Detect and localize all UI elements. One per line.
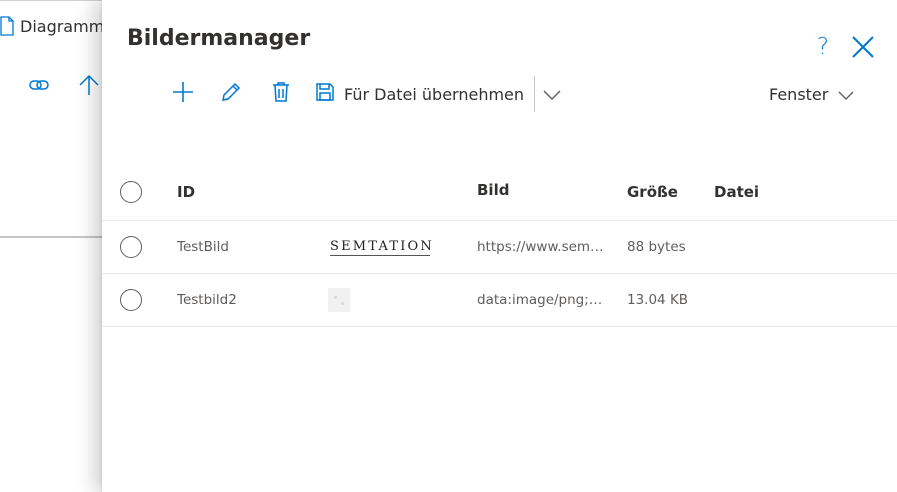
table-row[interactable]: TestBild SEMTATION https://www.sem… 88 b…: [102, 221, 897, 274]
column-header-bild[interactable]: Bild: [477, 164, 605, 220]
row-size: 88 bytes: [627, 239, 686, 255]
select-all-checkbox[interactable]: [120, 164, 146, 220]
more-options-dropdown[interactable]: [535, 76, 569, 112]
plus-icon: [172, 81, 194, 107]
column-header-id[interactable]: ID: [177, 164, 317, 220]
pencil-icon: [220, 81, 242, 107]
image-thumbnail: [328, 288, 350, 312]
row-select-checkbox[interactable]: [120, 221, 146, 273]
apply-to-file-label: Für Datei übernehmen: [344, 84, 525, 104]
row-select-circle: [120, 289, 142, 311]
link-icon[interactable]: [27, 73, 51, 97]
delete-button[interactable]: [265, 76, 297, 112]
arrow-up-icon[interactable]: [77, 73, 101, 97]
panel-title: Bildermanager: [127, 26, 311, 51]
close-button[interactable]: [850, 34, 876, 60]
background-divider: [0, 236, 110, 238]
image-manager-panel: Bildermanager ? Für Datei übernehmen Fen…: [102, 0, 897, 492]
image-table: ID Bild Größe Datei TestBild SEMTATION h…: [102, 164, 897, 327]
column-header-size[interactable]: Größe: [627, 164, 707, 220]
row-select-checkbox[interactable]: [120, 274, 146, 326]
trash-icon: [271, 81, 291, 107]
row-thumbnail: SEMTATION: [328, 221, 438, 273]
document-icon: [0, 16, 14, 36]
document-label: Diagramm: [20, 16, 105, 36]
window-dropdown[interactable]: Fenster: [769, 80, 854, 108]
select-all-circle: [120, 181, 142, 203]
logo-text: SEMTATION: [330, 238, 434, 254]
edit-button[interactable]: [215, 76, 247, 112]
help-button[interactable]: ?: [811, 33, 835, 61]
row-bild: https://www.sem…: [477, 239, 604, 255]
document-tab[interactable]: Diagramm: [0, 16, 104, 36]
row-select-circle: [120, 236, 142, 258]
row-id: TestBild: [177, 239, 229, 255]
column-header-datei[interactable]: Datei: [714, 164, 834, 220]
column-header-preview: [328, 164, 438, 220]
table-row[interactable]: Testbild2 data:image/png;b… 13.04 KB: [102, 274, 897, 327]
logo-underline: [330, 254, 430, 256]
toolbar: Für Datei übernehmen: [167, 76, 569, 112]
row-size: 13.04 KB: [627, 292, 689, 308]
row-id: Testbild2: [177, 292, 237, 308]
apply-to-file-button[interactable]: Für Datei übernehmen: [315, 76, 532, 112]
chevron-down-icon: [838, 85, 854, 104]
floppy-disk-icon: [315, 82, 335, 106]
window-dropdown-label: Fenster: [769, 84, 829, 104]
row-bild: data:image/png;b…: [477, 292, 605, 308]
chevron-down-icon: [543, 85, 561, 104]
add-button[interactable]: [167, 76, 199, 112]
semtation-logo: SEMTATION: [328, 239, 434, 256]
row-datei: [714, 274, 834, 326]
row-datei: [714, 221, 834, 273]
row-thumbnail: [328, 274, 438, 326]
close-icon: [850, 36, 876, 64]
table-header: ID Bild Größe Datei: [102, 164, 897, 221]
